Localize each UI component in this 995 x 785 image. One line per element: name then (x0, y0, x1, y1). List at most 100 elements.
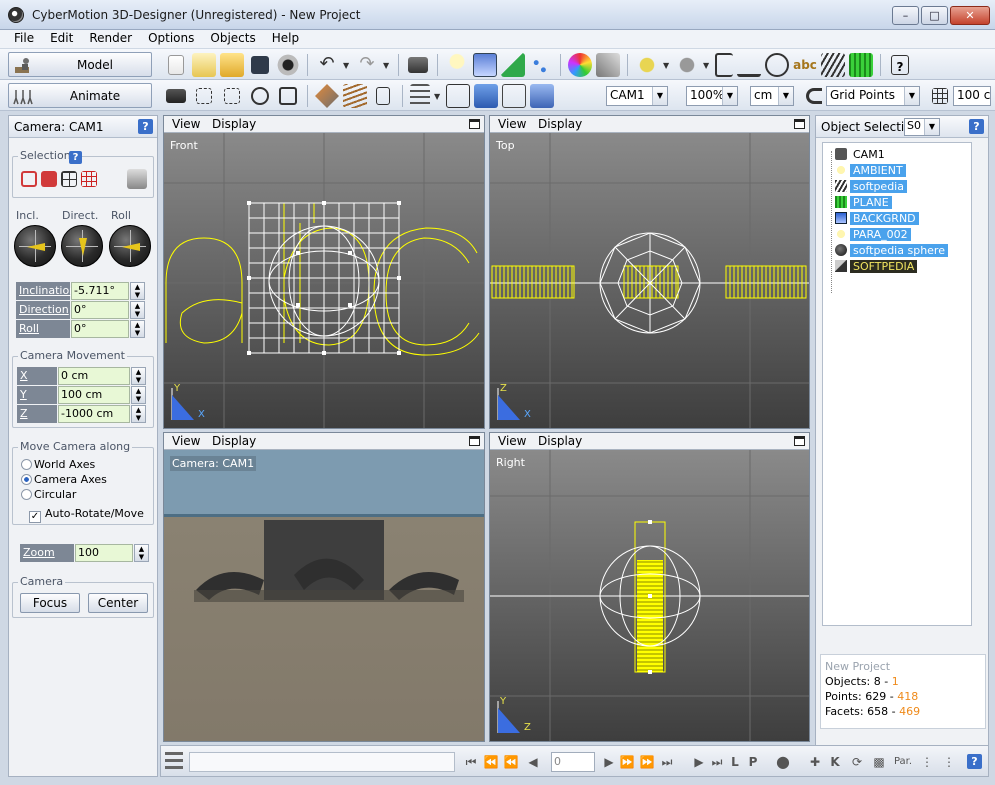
keyframe-tool-icon[interactable]: ✚ (807, 753, 823, 771)
radio-icon[interactable] (21, 489, 32, 500)
x-label[interactable]: X (17, 367, 57, 385)
path-tool-icon[interactable]: ⟳ (849, 753, 865, 771)
display-menu[interactable]: Display (212, 434, 256, 448)
texture-tool-icon[interactable] (596, 53, 620, 77)
view-menu[interactable]: View (172, 117, 200, 131)
camera-select[interactable]: CAM1 ▼ (606, 86, 668, 106)
cube-select-icon[interactable] (446, 84, 470, 108)
layers-icon[interactable] (343, 84, 367, 108)
particles-icon[interactable] (529, 53, 553, 77)
shaded-cube-icon[interactable] (530, 84, 554, 108)
plane-object-icon[interactable] (849, 53, 873, 77)
radio-icon[interactable] (21, 459, 32, 470)
z-field[interactable]: -1000 cm (58, 405, 130, 423)
hamburger-menu-icon[interactable] (165, 752, 183, 770)
help-icon[interactable]: ? (967, 754, 982, 769)
tree-item-ambient[interactable]: AMBIENT (835, 164, 906, 179)
spinner-icon[interactable]: ▲ ▼ (131, 367, 146, 385)
terrain-object-icon[interactable] (821, 53, 845, 77)
globe-object-icon[interactable] (765, 53, 789, 77)
light-bulb-icon[interactable] (445, 53, 469, 77)
view-menu[interactable]: View (498, 117, 526, 131)
direction-field[interactable]: 0° (71, 301, 129, 319)
key-edit-button[interactable]: K (827, 753, 843, 771)
spinner-icon[interactable]: ▲ ▼ (131, 405, 146, 423)
object-tree[interactable]: CAM1 AMBIENT softpedia PLANE BACKGRND PA… (822, 142, 972, 626)
redo-icon[interactable]: ↷ (355, 53, 379, 77)
x-field[interactable]: 0 cm (58, 367, 130, 385)
figures-icon[interactable] (675, 53, 699, 77)
radio-circular[interactable]: Circular (21, 488, 76, 501)
y-field[interactable]: 100 cm (58, 386, 130, 404)
minimize-icon[interactable]: – (892, 6, 919, 25)
fast-rewind-icon[interactable]: ⏪ (483, 753, 499, 771)
fit-view-icon[interactable] (224, 88, 240, 104)
open-template-icon[interactable] (192, 53, 216, 77)
redo-dropdown-icon[interactable]: ▼ (383, 61, 391, 70)
tree-item-cam1[interactable]: CAM1 (835, 148, 888, 163)
chevron-down-icon[interactable]: ▼ (722, 87, 737, 105)
chevron-down-icon[interactable]: ▼ (778, 87, 793, 105)
maximize-viewport-icon[interactable] (794, 119, 805, 129)
spinner-icon[interactable]: ▲ ▼ (130, 320, 145, 338)
render-camera-icon[interactable] (408, 57, 428, 73)
frame-number-field[interactable]: 0 (551, 752, 595, 772)
roll-dial[interactable] (109, 225, 151, 267)
magnet-snap-icon[interactable] (806, 88, 822, 104)
new-file-icon[interactable] (168, 55, 184, 75)
menu-objects[interactable]: Objects (202, 30, 263, 48)
close-icon[interactable]: ✕ (950, 6, 990, 25)
object-keys-icon[interactable]: ▩ (871, 753, 887, 771)
unit-select[interactable]: cm ▼ (750, 86, 794, 106)
pingpong-button[interactable]: P (745, 753, 761, 771)
text-object-icon[interactable]: abc (793, 53, 817, 77)
inclination-dial[interactable] (14, 225, 56, 267)
help-icon[interactable]: ? (138, 119, 153, 134)
record-icon[interactable]: ● (775, 753, 791, 771)
eye-preview-icon[interactable] (276, 53, 300, 77)
menu-help[interactable]: Help (264, 30, 307, 48)
zoom-field[interactable]: 100 (75, 544, 133, 562)
maximize-viewport-icon[interactable] (794, 436, 805, 446)
rewind-icon[interactable]: ⏪ (503, 753, 519, 771)
viewport-canvas[interactable]: Top Z X (490, 133, 809, 428)
spinner-icon[interactable]: ▲ ▼ (130, 282, 145, 300)
objects-dropdown-icon[interactable]: ▼ (663, 61, 671, 70)
direction-dial[interactable] (61, 225, 103, 267)
copy-object-icon[interactable] (376, 87, 390, 105)
focus-button[interactable]: Focus (20, 593, 80, 613)
help-icon[interactable]: ? (969, 119, 984, 134)
direction-label[interactable]: Direction (16, 301, 70, 319)
selection-set-select[interactable]: S0 ▼ (904, 118, 940, 136)
open-folder-icon[interactable] (220, 53, 244, 77)
chevron-down-icon[interactable]: ▼ (924, 119, 939, 135)
y-label[interactable]: Y (17, 386, 57, 404)
flag-object-icon[interactable] (715, 53, 733, 77)
display-menu[interactable]: Display (538, 434, 582, 448)
spinner-icon[interactable]: ▲ ▼ (134, 544, 149, 562)
invert-selection-icon[interactable] (127, 169, 147, 189)
zoom-label[interactable]: Zoom (20, 544, 74, 562)
timeline-track[interactable] (189, 752, 455, 772)
radio-world-axes[interactable]: World Axes (21, 458, 95, 471)
tree-item-para-002[interactable]: PARA_002 (835, 228, 911, 243)
radio-selected-icon[interactable] (21, 474, 32, 485)
timeline-settings-icon[interactable]: ⋮ (919, 753, 935, 771)
rotate-view-icon[interactable] (251, 87, 269, 105)
tree-item-softpedia-material[interactable]: SOFTPEDIA (835, 260, 918, 275)
menu-render[interactable]: Render (81, 30, 140, 48)
objects-library-icon[interactable] (635, 53, 659, 77)
z-label[interactable]: Z (17, 405, 57, 423)
spinner-icon[interactable]: ▲ ▼ (131, 386, 146, 404)
model-mode-button[interactable]: Model (8, 52, 152, 77)
blue-cube-icon[interactable] (474, 84, 498, 108)
select-faces-icon[interactable] (41, 171, 57, 187)
color-palette-icon[interactable] (568, 53, 592, 77)
animate-mode-button[interactable]: Animate (8, 83, 152, 108)
viewport-canvas[interactable]: Right Y Z (490, 450, 809, 741)
view-menu[interactable]: View (172, 434, 200, 448)
figures-dropdown-icon[interactable]: ▼ (703, 61, 711, 70)
help-icon[interactable]: ? (69, 151, 82, 164)
maximize-viewport-icon[interactable] (469, 119, 480, 129)
checklist-icon[interactable] (410, 84, 430, 108)
